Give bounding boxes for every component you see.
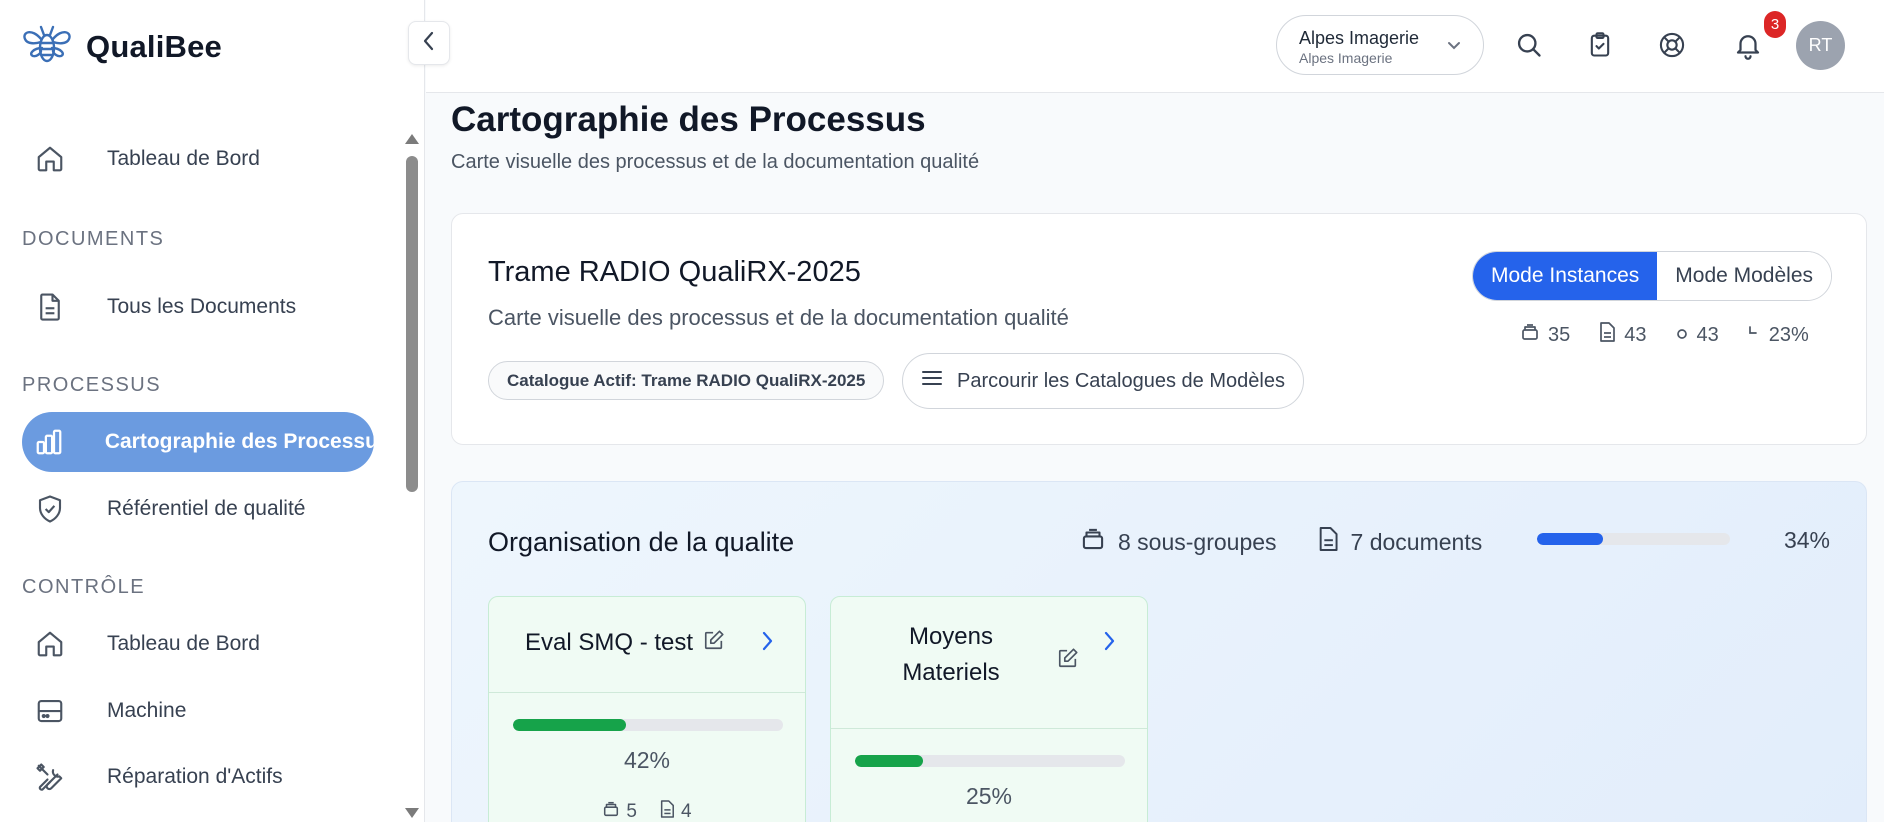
sidebar-item-quality-framework[interactable]: Référentiel de qualité — [22, 479, 374, 539]
subgroup-progress-label: 42% — [623, 747, 671, 773]
group-progress-fill — [1537, 533, 1603, 545]
bell-icon[interactable] — [1728, 25, 1768, 65]
browse-catalogs-button[interactable]: Parcourir les Catalogues de Modèles — [902, 353, 1304, 409]
subgroup-progress-bar — [513, 719, 783, 731]
org-name: Alpes Imagerie — [1299, 28, 1420, 48]
chevron-right-icon[interactable] — [1099, 629, 1119, 658]
process-group-card: Organisation de la qualite 8 sous-groupe… — [451, 481, 1867, 822]
chevron-left-icon — [419, 30, 439, 57]
group-progress-label: 34% — [1783, 527, 1830, 553]
search-icon[interactable] — [1509, 25, 1549, 65]
subgroup-progress-fill — [513, 719, 627, 731]
sidebar-item-control-dashboard[interactable]: Tableau de Bord — [22, 614, 374, 674]
home-icon — [30, 624, 70, 664]
sidebar: QualiBee Tableau de Bord DOCUMENTS Tous … — [0, 0, 425, 822]
catalog-stats: 35 43 43 23% — [1520, 322, 1837, 348]
subgroup-docs-count: 4 — [681, 801, 692, 822]
subgroup-card[interactable]: Moyens Materiels 25% — [830, 596, 1148, 822]
sidebar-item-label: Réparation d'Actifs — [107, 765, 283, 788]
subgroup-progress-bar — [855, 755, 1125, 767]
group-documents: 7 documents — [1317, 526, 1482, 558]
sidebar-item-label: Machine — [107, 699, 187, 722]
document-icon — [1598, 322, 1616, 348]
section-processus: PROCESSUS — [22, 374, 162, 396]
subgroup-groups-count: 5 — [626, 801, 637, 822]
notification-badge: 3 — [1764, 11, 1786, 38]
user-avatar[interactable]: RT — [1796, 21, 1845, 70]
subgroup-header: Eval SMQ - test — [489, 597, 805, 693]
mode-models-button[interactable]: Mode Modèles — [1657, 252, 1832, 300]
group-meta: 8 sous-groupes 7 documents — [1080, 526, 1522, 558]
edit-icon[interactable] — [703, 629, 725, 656]
clipboard-check-icon[interactable] — [1580, 25, 1620, 65]
sidebar-item-label: Référentiel de qualité — [107, 497, 306, 520]
stat-documents: 43 — [1598, 322, 1647, 348]
mode-toggle: Mode Instances Mode Modèles — [1472, 251, 1833, 301]
document-icon — [659, 800, 675, 822]
sidebar-item-asset-repair[interactable]: Réparation d'Actifs — [22, 747, 374, 807]
sidebar-item-process-map[interactable]: Cartographie des Processus — [22, 412, 374, 472]
group-title: Organisation de la qualite — [488, 527, 795, 557]
scroll-up-arrow-icon[interactable] — [405, 134, 419, 144]
group-progress-bar — [1537, 533, 1730, 545]
subgroup-name: Eval SMQ - test — [525, 629, 694, 656]
sidebar-item-label: Tableau de Bord — [107, 632, 260, 655]
sidebar-item-label: Cartographie des Processus — [104, 430, 374, 453]
catalog-subtitle: Carte visuelle des processus et de la do… — [488, 305, 1069, 330]
subgroup-card[interactable]: Eval SMQ - test 42% 5 4 — [488, 596, 806, 822]
stat-items: 43 — [1675, 324, 1719, 347]
tools-icon — [30, 757, 70, 797]
chevron-down-icon — [1445, 36, 1463, 59]
menu-icon — [921, 369, 943, 393]
document-icon — [30, 287, 70, 327]
chevron-right-icon[interactable] — [757, 629, 777, 658]
shield-check-icon — [30, 489, 70, 529]
circle-icon — [1675, 324, 1689, 347]
sidebar-scrollbar-thumb[interactable] — [406, 156, 418, 492]
org-subname: Alpes Imagerie — [1299, 50, 1393, 66]
pie-chart-icon — [1747, 324, 1761, 347]
server-icon — [30, 691, 70, 731]
layers-icon — [1080, 526, 1106, 558]
page-title: Cartographie des Processus — [451, 100, 926, 139]
browse-catalogs-label: Parcourir les Catalogues de Modèles — [957, 369, 1285, 392]
subgroup-stats: 5 4 — [489, 800, 805, 822]
layers-icon — [1520, 322, 1540, 348]
layers-icon — [602, 800, 620, 822]
home-icon — [30, 139, 70, 179]
mode-instances-button[interactable]: Mode Instances — [1473, 252, 1658, 300]
sidebar-item-dashboard[interactable]: Tableau de Bord — [22, 129, 374, 189]
stat-completion: 23% — [1747, 324, 1809, 347]
help-lifebuoy-icon[interactable] — [1652, 25, 1692, 65]
sidebar-item-label: Tous les Documents — [107, 295, 297, 318]
stat-groups: 35 — [1520, 322, 1570, 348]
subgroup-name: Moyens Materiels — [902, 623, 1000, 686]
sidebar-item-machine[interactable]: Machine — [22, 681, 374, 741]
section-documents: DOCUMENTS — [22, 228, 165, 250]
subgroup-header: Moyens Materiels — [831, 597, 1147, 729]
active-catalog-pill: Catalogue Actif: Trame RADIO QualiRX-202… — [488, 361, 885, 400]
catalog-card: Trame RADIO QualiRX-2025 Carte visuelle … — [451, 213, 1867, 445]
section-controle: CONTRÔLE — [22, 576, 146, 598]
sidebar-item-all-documents[interactable]: Tous les Documents — [22, 277, 374, 337]
scroll-down-arrow-icon[interactable] — [405, 808, 419, 818]
topbar: Alpes Imagerie Alpes Imagerie — [426, 0, 1884, 93]
collapse-sidebar-button[interactable] — [408, 21, 450, 65]
bee-logo-icon — [20, 22, 74, 71]
page-subtitle: Carte visuelle des processus et de la do… — [451, 151, 980, 173]
document-icon — [1317, 526, 1339, 558]
edit-icon[interactable] — [1057, 647, 1079, 674]
sidebar-item-label: Tableau de Bord — [107, 147, 260, 170]
group-subgroups: 8 sous-groupes — [1080, 526, 1277, 558]
app-name: QualiBee — [86, 28, 222, 64]
bar-chart-icon — [30, 422, 68, 462]
organization-select[interactable]: Alpes Imagerie Alpes Imagerie — [1276, 15, 1484, 75]
subgroup-progress-fill — [855, 755, 923, 767]
subgroup-progress-label: 25% — [965, 783, 1013, 809]
brand[interactable]: QualiBee — [20, 22, 222, 71]
catalog-title: Trame RADIO QualiRX-2025 — [488, 256, 861, 288]
